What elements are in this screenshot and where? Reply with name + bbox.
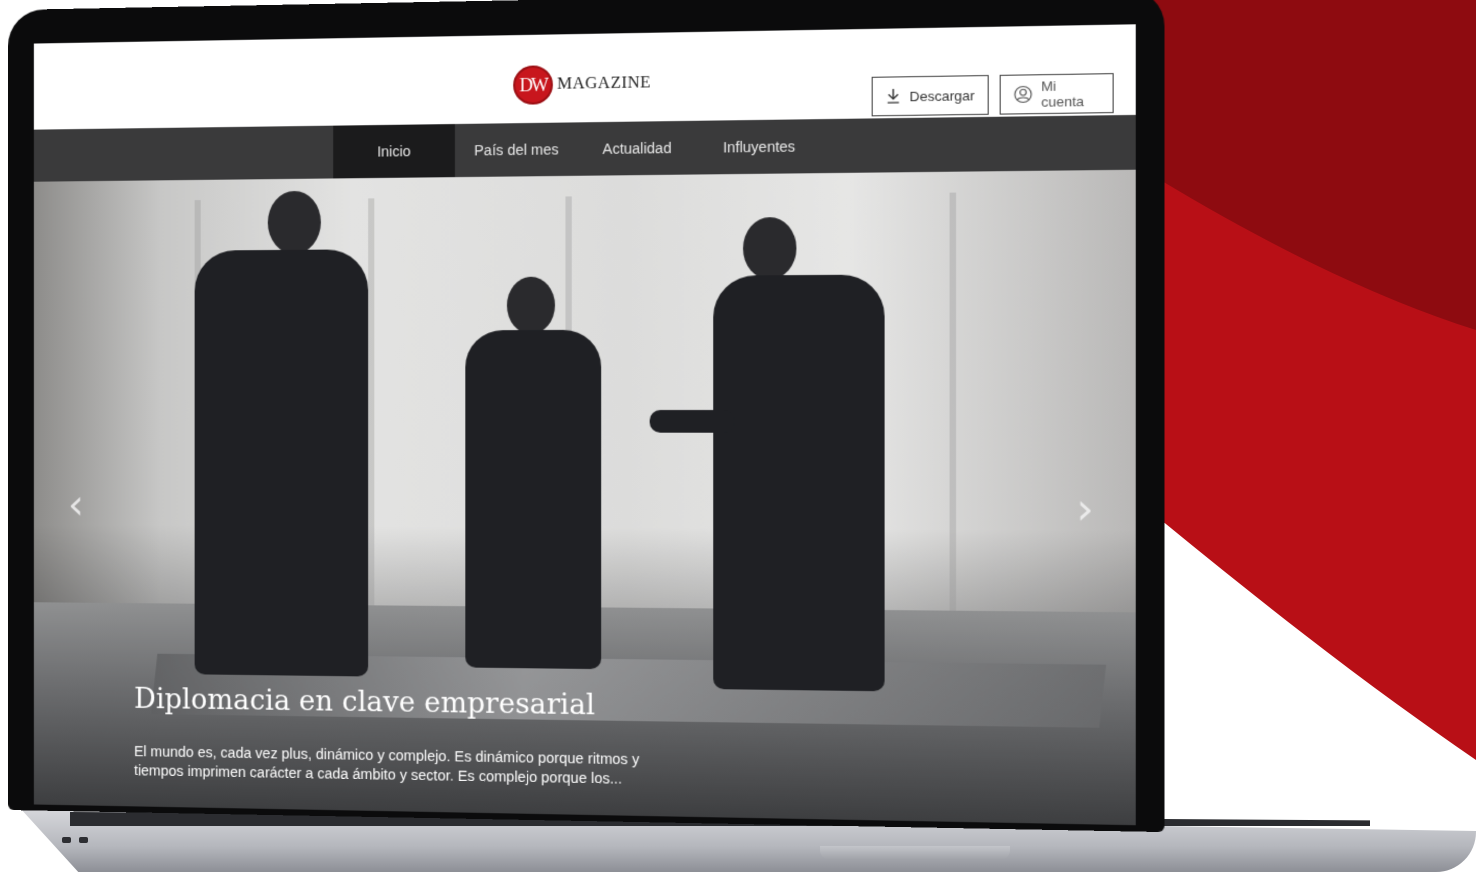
hero-title[interactable]: Diplomacia en clave empresarial [134, 684, 595, 722]
site-logo[interactable]: DW MAGAZINE [513, 64, 651, 105]
download-button[interactable]: Descargar [871, 75, 989, 117]
logo-text: MAGAZINE [557, 73, 652, 93]
laptop-opening-notch [820, 846, 1010, 860]
person-right-arm [649, 410, 735, 433]
window-frame [949, 192, 957, 632]
person-right [713, 274, 885, 692]
nav-item-actualidad[interactable]: Actualidad [578, 121, 696, 176]
hero-slider[interactable]: ‹ › Diplomacia en clave empresarial El m… [33, 169, 1136, 826]
laptop-lid: DW MAGAZINE Descargar Mi cuenta Inicio P… [8, 0, 1165, 833]
laptop-ports [62, 830, 98, 843]
person-middle-head [506, 276, 555, 335]
slider-prev-button[interactable]: ‹ [68, 482, 84, 528]
laptop-screen: DW MAGAZINE Descargar Mi cuenta Inicio P… [33, 24, 1136, 826]
nav-item-inicio[interactable]: Inicio [333, 124, 455, 179]
site-header: DW MAGAZINE Descargar Mi cuenta [33, 24, 1136, 130]
person-right-head [743, 216, 797, 280]
person-left [194, 249, 369, 677]
user-icon [1014, 85, 1033, 104]
download-icon [886, 87, 901, 106]
nav-item-pais-del-mes[interactable]: País del mes [455, 122, 578, 177]
window-frame [368, 198, 375, 626]
account-label: Mi cuenta [1041, 78, 1084, 110]
stage: DW MAGAZINE Descargar Mi cuenta Inicio P… [0, 0, 1476, 894]
logo-mark: DW [513, 65, 553, 105]
person-left-head [267, 190, 321, 255]
slider-next-button[interactable]: › [1076, 486, 1094, 534]
person-middle [465, 329, 602, 670]
nav-item-influyentes[interactable]: Influyentes [696, 119, 822, 174]
download-label: Descargar [909, 87, 975, 104]
account-button[interactable]: Mi cuenta [999, 73, 1114, 115]
